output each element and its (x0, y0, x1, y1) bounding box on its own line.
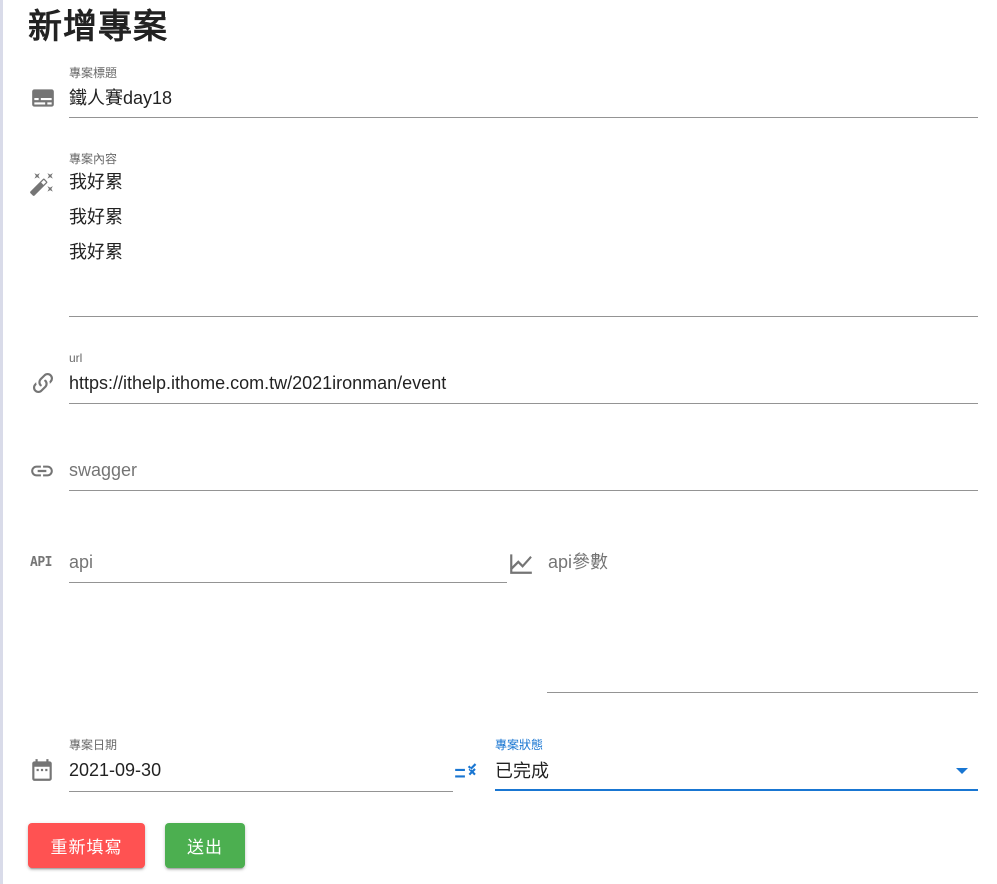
content-textarea[interactable]: 我好累 我好累 我好累 (69, 165, 969, 270)
url-label: url (69, 351, 83, 365)
url-field[interactable]: url https://ithelp.ithome.com.tw/2021iro… (0, 346, 997, 406)
chevron-down-icon[interactable] (956, 768, 968, 774)
date-input[interactable]: 2021-09-30 (69, 758, 161, 782)
date-field[interactable]: 專案日期 2021-09-30 (0, 732, 460, 794)
date-label: 專案日期 (69, 738, 118, 752)
api-underline (69, 582, 507, 583)
title-underline (69, 117, 978, 118)
date-underline (69, 791, 453, 792)
swagger-underline (69, 490, 978, 491)
page-title: 新增專案 (28, 7, 168, 47)
status-label: 專案狀態 (495, 738, 544, 752)
url-underline (69, 403, 978, 404)
chart-line-icon (507, 549, 535, 577)
swagger-input[interactable]: swagger (69, 458, 137, 482)
content-label: 專案內容 (69, 152, 118, 166)
status-value: 已完成 (495, 761, 549, 781)
status-underline (495, 789, 978, 791)
content-underline (69, 316, 978, 317)
api-input[interactable]: api (69, 550, 93, 574)
subtitles-icon (29, 84, 57, 112)
title-field[interactable]: 專案標題 鐵人賽day18 (0, 60, 997, 120)
api-icon: API (30, 555, 52, 570)
api-params-underline (547, 692, 978, 693)
api-params-input[interactable]: api參數 (548, 550, 608, 574)
reset-button[interactable]: 重新填寫 (28, 823, 145, 868)
auto-fix-icon (28, 170, 56, 198)
title-label: 專案標題 (69, 66, 118, 80)
calendar-icon (28, 756, 56, 784)
status-select[interactable]: 專案狀態 已完成 (450, 732, 997, 794)
title-input[interactable]: 鐵人賽day18 (69, 86, 172, 110)
url-input[interactable]: https://ithelp.ithome.com.tw/2021ironman… (69, 371, 446, 395)
link-variant-icon (29, 369, 57, 397)
content-line: 我好累 (69, 172, 123, 192)
list-status-icon (452, 757, 480, 785)
api-field[interactable]: API api (0, 530, 510, 586)
content-line: 我好累 (69, 242, 123, 262)
submit-button[interactable]: 送出 (165, 823, 245, 868)
swagger-field[interactable]: swagger (0, 440, 997, 494)
link-icon (28, 457, 56, 485)
api-params-field[interactable]: api參數 (505, 530, 997, 696)
content-line: 我好累 (69, 207, 123, 227)
content-field[interactable]: 專案內容 我好累 我好累 我好累 (0, 148, 997, 318)
